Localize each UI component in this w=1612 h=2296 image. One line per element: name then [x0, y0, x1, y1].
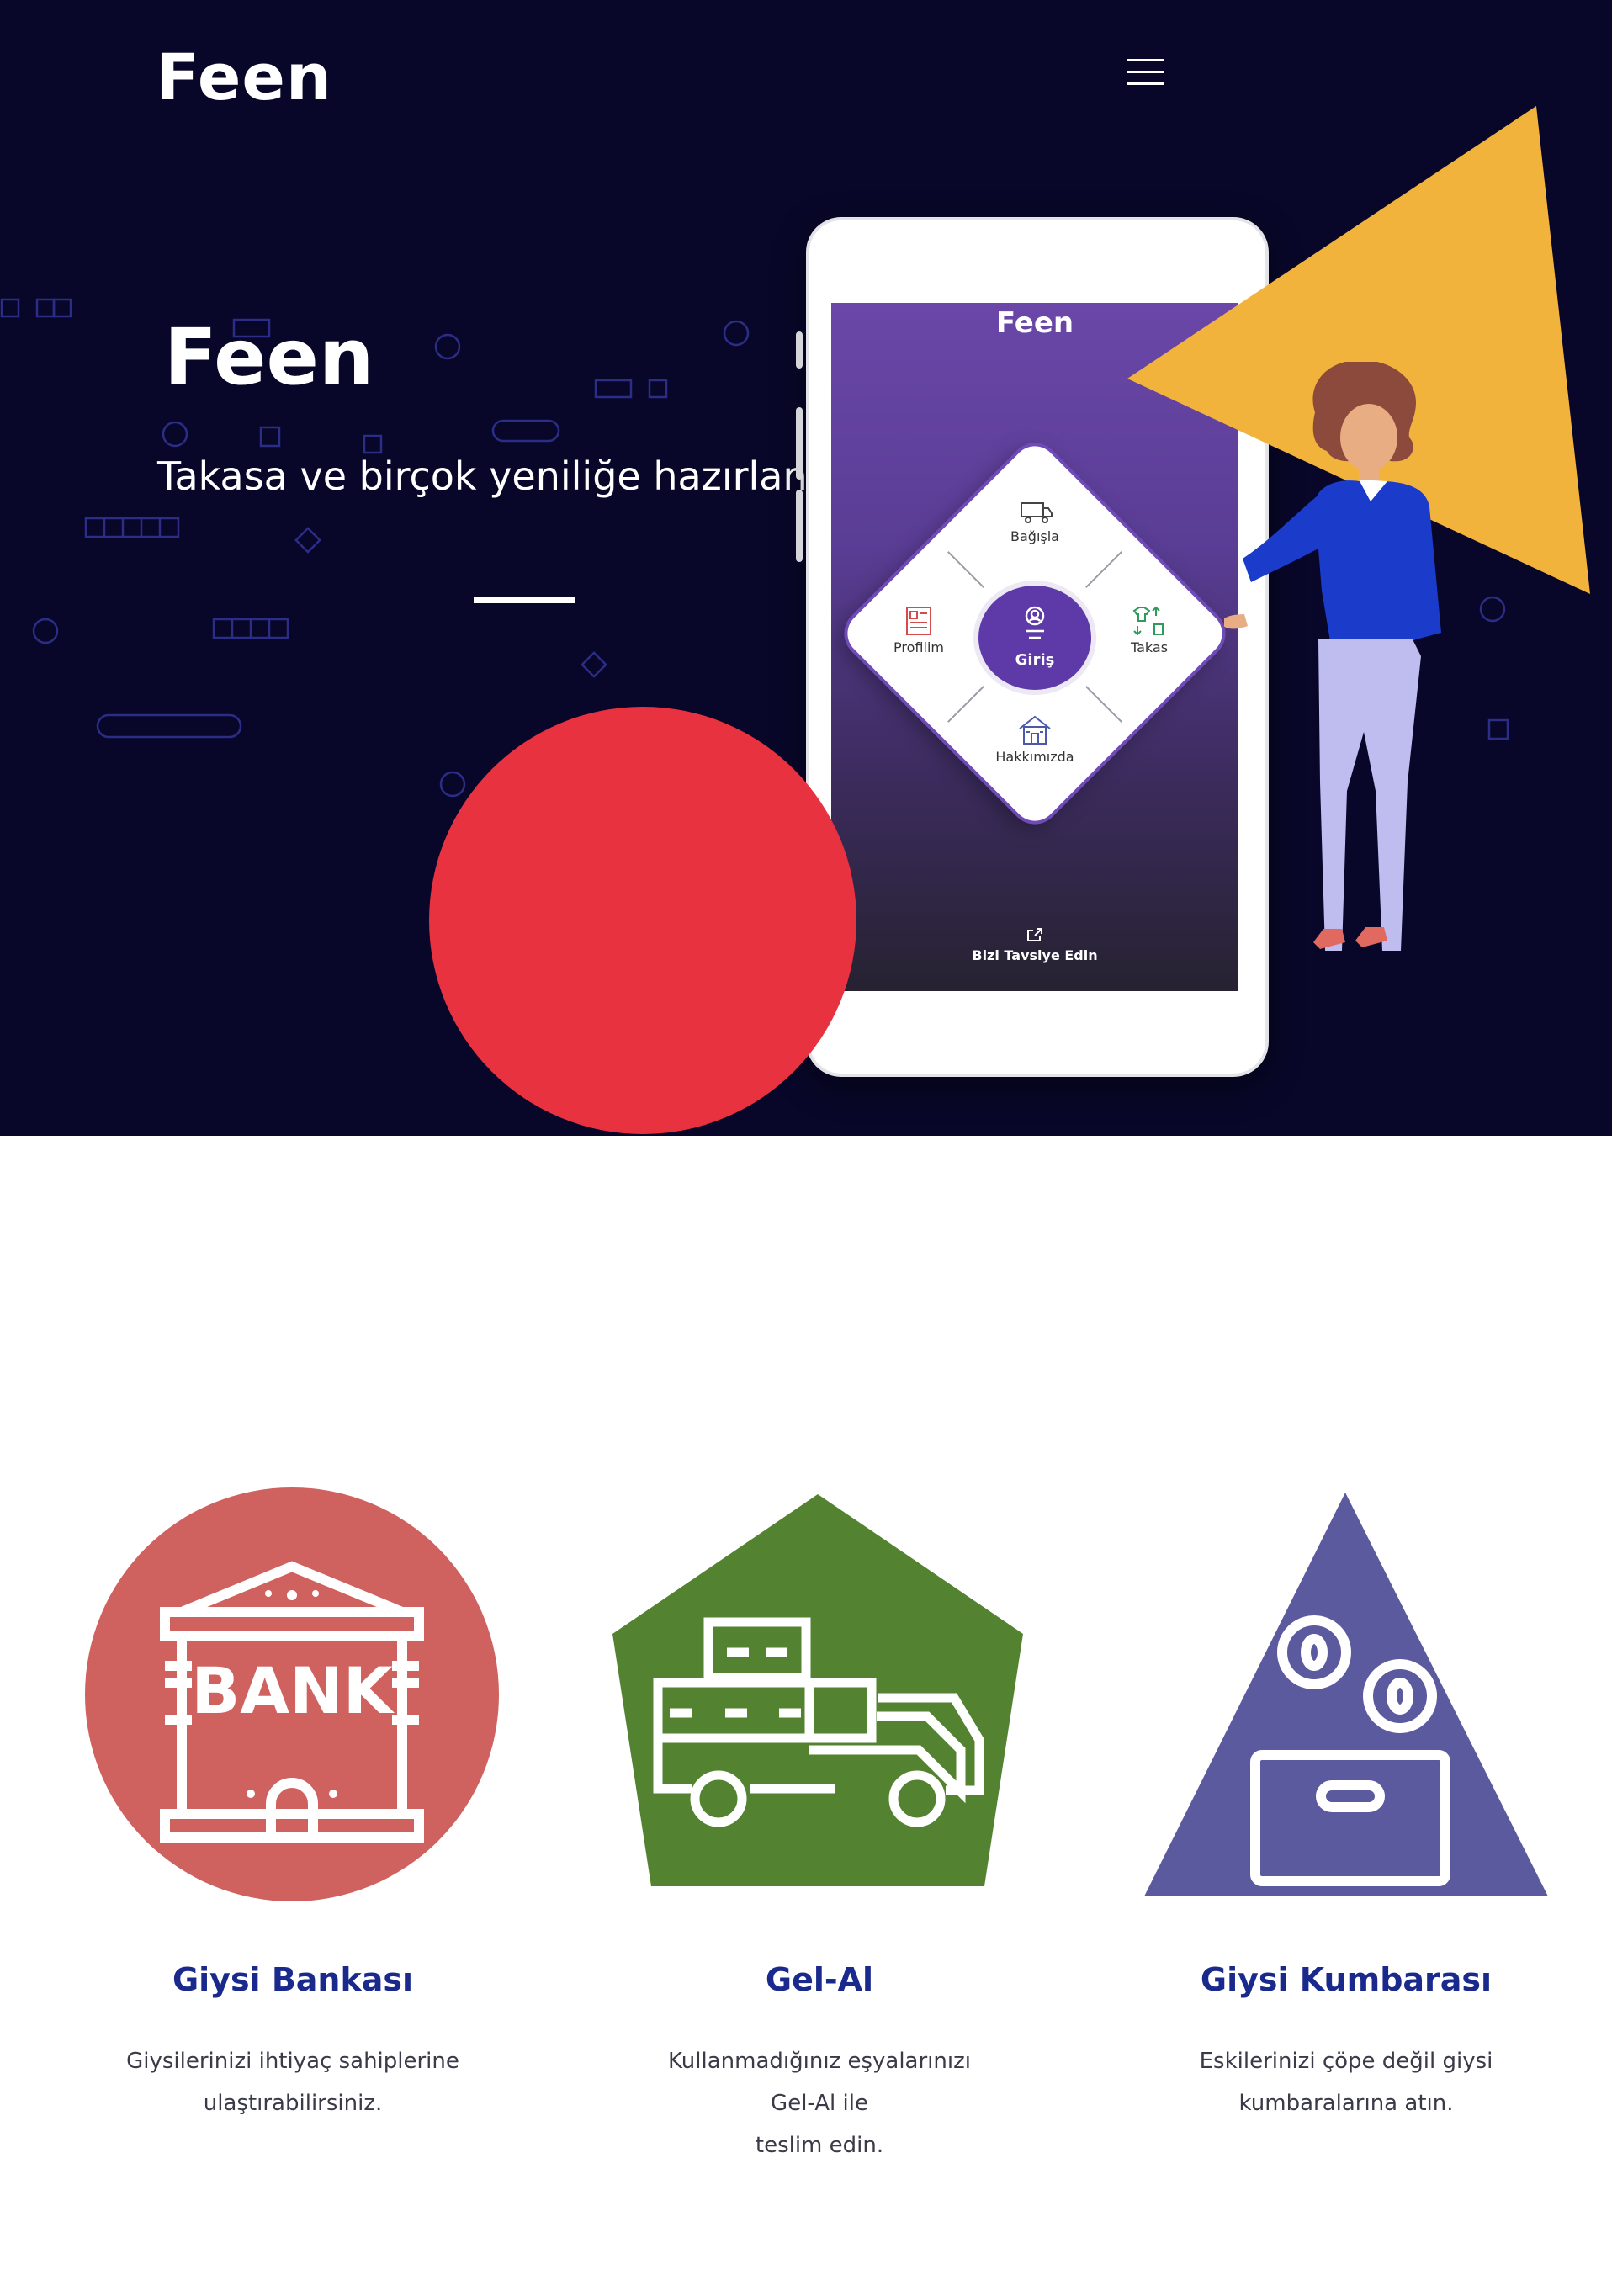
bank-sign-text: BANK [191, 1653, 395, 1728]
features-section: BANK Giysi Bankası Giysilerinizi ihtiyaç… [0, 1472, 1612, 2158]
feature-description: Giysilerinizi ihtiyaç sahiplerine ulaştır… [116, 2040, 469, 2124]
feature-desc-line: Kullanmadığınız eşyalarınızı Gel-Al ile [668, 2049, 971, 2116]
piggy-bank-coins-icon [1144, 1493, 1548, 1896]
feature-desc-line: Giysilerinizi ihtiyaç sahiplerine [126, 2049, 459, 2074]
bank-icon: BANK [85, 1487, 499, 1901]
feature-desc-line: teslim edin. [755, 2133, 884, 2158]
delivery-truck-icon [612, 1494, 1023, 1886]
red-circle-shape [429, 707, 856, 1134]
hero-section: Feen Feen Takasa ve birçok yeniliğe hazı… [0, 0, 1612, 1136]
feature-desc-line: Eskilerinizi çöpe değil giysi [1199, 2049, 1493, 2074]
feature-description: Kullanmadığınız eşyalarınızı Gel-Al ile t… [643, 2040, 996, 2166]
feature-title: Giysi Kumbarası [1200, 1961, 1493, 1998]
woman-presenter-illustration [1224, 362, 1441, 951]
feature-title: Giysi Bankası [172, 1961, 414, 1998]
feature-desc-line: kumbaralarına atın. [1238, 2091, 1454, 2116]
feature-description: Eskilerinizi çöpe değil giysi kumbaraları… [1169, 2040, 1523, 2124]
feature-title: Gel-Al [765, 1961, 874, 1998]
feature-desc-line: ulaştırabilirsiniz. [203, 2091, 383, 2116]
